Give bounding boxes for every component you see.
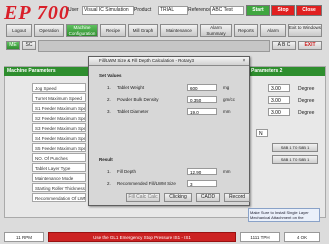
product-label: Product: [134, 7, 152, 13]
bulk-density-input[interactable]: 0.350: [187, 96, 217, 103]
dialog-title: Fill/LWM Size & Fill Depth Calculation -…: [99, 58, 194, 63]
param-row-label: Turret Maximum Speed: [32, 93, 86, 102]
fill-calc-dialog: Fill/LWM Size & Fill Depth Calculation -…: [88, 56, 250, 206]
result-unit: mm: [223, 169, 231, 174]
reports-button[interactable]: Reports: [234, 24, 258, 37]
right-unit: Degree: [298, 110, 315, 116]
param-row-label: Starting Roller Thickness: [32, 183, 86, 192]
exit-button[interactable]: EXIT: [298, 41, 322, 50]
fill-depth-value: 12.90: [187, 168, 217, 175]
input-index: 1.: [107, 85, 111, 90]
input-label: Powder Bulk Density: [117, 97, 159, 102]
right-value[interactable]: 3.00: [268, 84, 290, 92]
right-value[interactable]: 3.00: [268, 96, 290, 104]
input-label: Tablet Diameter: [117, 109, 149, 114]
close-icon[interactable]: ×: [241, 58, 247, 64]
param-row-label: S5 Feeder Maximum Speed: [32, 143, 86, 152]
fill-calc-button[interactable]: Fill Calc Calc: [126, 193, 160, 202]
param-row-label: S2 Feeder Maximum Speed: [32, 113, 86, 122]
tab-parameters-2[interactable]: Parameters 2: [248, 67, 325, 76]
alarm-button[interactable]: Alarm: [260, 24, 286, 37]
param-row-label: S4 Feeder Maximum Speed: [32, 133, 86, 142]
mill-graph-button[interactable]: Mill Graph: [128, 24, 158, 37]
status-tph: 1111 TPH: [240, 232, 280, 242]
recipe-button[interactable]: Recipe: [100, 24, 126, 37]
reference-field[interactable]: ABC Test: [210, 6, 244, 15]
clicking-button[interactable]: Clicking: [164, 193, 192, 202]
input-unit: gm/cc: [223, 97, 236, 102]
tag-button-1[interactable]: S8B 1 T0 S8B 1: [272, 143, 318, 152]
stop-button[interactable]: Stop: [271, 5, 295, 16]
app-logo: EP 700: [4, 2, 70, 24]
input-index: 3.: [107, 109, 111, 114]
param-row-label: Tablet Layer Type: [32, 163, 86, 172]
param-row-label: Maintenance Mode: [32, 173, 86, 182]
status-rpm: 11 RPM: [4, 232, 44, 242]
result-index: 2.: [107, 181, 111, 186]
result-index: 1.: [107, 169, 111, 174]
input-label: Tablet Weight: [117, 85, 145, 90]
param-row-label: S1 Feeder Maximum Speed: [32, 103, 86, 112]
reference-label: Reference: [188, 7, 212, 13]
right-unit: Degree: [298, 86, 315, 92]
me-button[interactable]: ME: [6, 41, 20, 50]
result-heading: Result: [99, 157, 113, 162]
result-label: Fill Depth: [117, 169, 137, 174]
start-button[interactable]: Start: [246, 5, 270, 16]
sc-button[interactable]: SC: [22, 41, 36, 50]
subbar-strip: [38, 40, 270, 52]
user-label: User: [68, 7, 79, 13]
misc-small-value[interactable]: N: [256, 129, 268, 137]
recommended-size-value: 3: [187, 180, 217, 187]
exit-windows-button[interactable]: Exit to Windows: [288, 24, 322, 37]
set-values-heading: Set Values: [99, 73, 122, 78]
product-field[interactable]: TRIAL: [158, 6, 188, 15]
tablet-diameter-input[interactable]: 19.0: [187, 108, 217, 115]
input-unit: mg: [223, 85, 230, 90]
param-row-label: NO. Of Punches: [32, 153, 86, 162]
tablet-weight-input[interactable]: 600: [187, 84, 217, 91]
status-message: Use the GL1 Emergency Stop Pressure IS1 …: [48, 232, 236, 242]
param-row-label: Recommendation Of LWM: [32, 193, 86, 202]
status-ok: 4 OK: [284, 232, 320, 242]
param-row-label: S3 Feeder Maximum Speed: [32, 123, 86, 132]
result-label: Recommended Fill/LWM Size: [117, 181, 176, 186]
user-field[interactable]: Visual IC Simulation: [82, 6, 134, 15]
dialog-title-bar: Fill/LWM Size & Fill Depth Calculation -…: [89, 57, 249, 66]
install-note: Make Sure to Install Single Layer Mechan…: [248, 208, 320, 222]
right-value[interactable]: 3.00: [268, 108, 290, 116]
tab-machine-parameters[interactable]: Machine Parameters: [4, 67, 93, 76]
right-unit: Degree: [298, 98, 315, 104]
operation-button[interactable]: Operation: [34, 24, 64, 37]
input-index: 2.: [107, 97, 111, 102]
cadd-button[interactable]: CADD: [196, 193, 220, 202]
record-button[interactable]: Record: [224, 193, 250, 202]
machine-config-button[interactable]: Machine Configuration: [66, 24, 98, 37]
logout-button[interactable]: Logout: [6, 24, 32, 37]
tag-button-2[interactable]: S8B 1 T0 S8B 1: [272, 155, 318, 164]
subbar-value: A B C: [272, 41, 296, 50]
param-row-label: Jog Speed: [32, 83, 86, 92]
close-button[interactable]: Close: [296, 5, 322, 16]
maintenance-button[interactable]: Maintenance: [160, 24, 198, 37]
alarm-summary-button[interactable]: Alarm Summary: [200, 24, 232, 37]
input-unit: mm: [223, 109, 231, 114]
